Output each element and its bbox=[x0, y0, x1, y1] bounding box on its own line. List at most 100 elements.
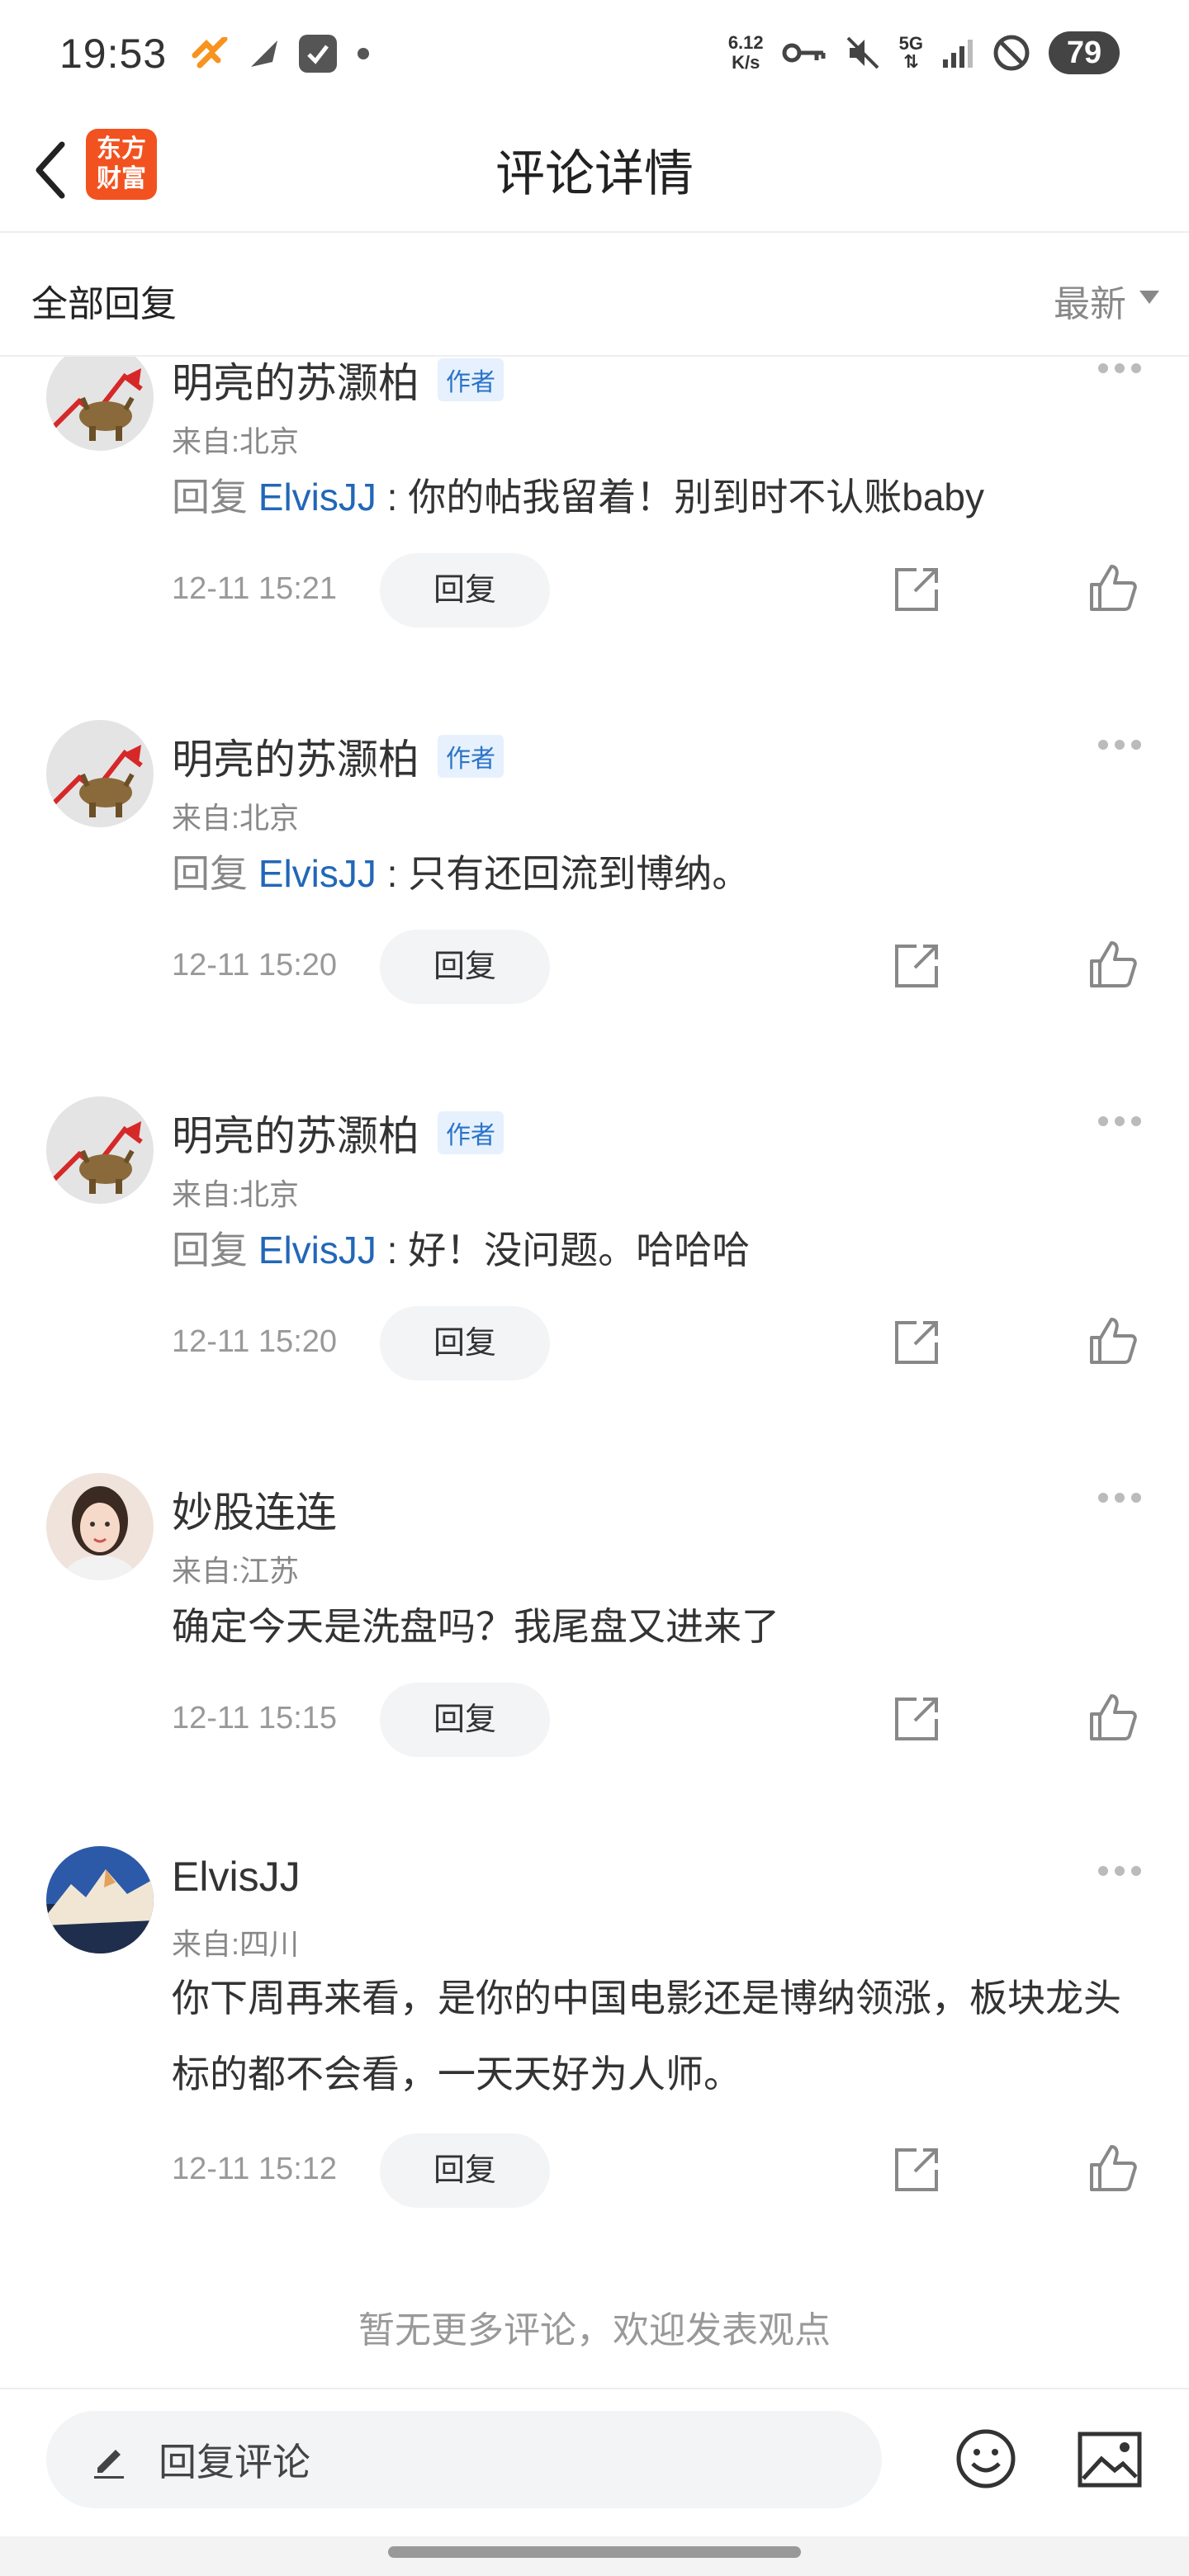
comment-item: ElvisJJ 来自:四川 你下周再来看，是你的中国电影还是博纳领涨，板块龙头标… bbox=[0, 1846, 1189, 2259]
status-notification-icons bbox=[192, 33, 372, 74]
do-not-disturb-icon bbox=[993, 35, 1030, 71]
more-options-button[interactable] bbox=[1098, 1116, 1141, 1126]
filter-bar: 全部回复 最新 bbox=[0, 234, 1189, 357]
bottom-input-bar: 回复评论 bbox=[0, 2388, 1189, 2536]
triangle-down-icon bbox=[1139, 291, 1159, 304]
location-label: 来自:北京 bbox=[172, 1177, 300, 1211]
pencil-icon bbox=[94, 2450, 124, 2479]
share-icon[interactable] bbox=[890, 1316, 943, 1369]
dot-icon bbox=[358, 48, 369, 59]
network-speed: 6.12 K/s bbox=[728, 33, 764, 73]
battery-indicator: 79 bbox=[1049, 31, 1120, 74]
comment-item: 明亮的苏灏柏 作者 来自:北京 回复 ElvisJJ : 只有还回流到博纳。 1… bbox=[0, 720, 1189, 1067]
comment-list: 明亮的苏灏柏 作者 来自:北京 回复 ElvisJJ : 你的帖我留着！别到时不… bbox=[0, 357, 1189, 2388]
reply-target-link[interactable]: ElvisJJ bbox=[258, 1229, 377, 1271]
system-nav-bar bbox=[0, 2536, 1189, 2576]
sort-label: 最新 bbox=[1054, 284, 1126, 324]
username[interactable]: 明亮的苏灏柏 bbox=[172, 727, 419, 786]
page-title: 评论详情 bbox=[495, 146, 694, 201]
more-dots-icon bbox=[1098, 1116, 1108, 1126]
reply-input-placeholder: 回复评论 bbox=[159, 2441, 310, 2484]
all-replies-label: 全部回复 bbox=[31, 284, 177, 324]
home-indicator[interactable] bbox=[388, 2546, 801, 2558]
comment-text: 回复 ElvisJJ : 好！没问题。哈哈哈 bbox=[172, 1212, 1146, 1288]
share-icon[interactable] bbox=[890, 563, 943, 616]
more-options-button[interactable] bbox=[1098, 363, 1141, 373]
app-logo[interactable]: 东方 财富 bbox=[86, 129, 157, 200]
thumbs-up-icon[interactable] bbox=[1087, 561, 1139, 614]
avatar[interactable] bbox=[46, 1473, 154, 1580]
reply-button[interactable]: 回复 bbox=[380, 1306, 550, 1380]
more-options-button[interactable] bbox=[1098, 740, 1141, 750]
reply-target-link[interactable]: ElvisJJ bbox=[258, 852, 377, 895]
username[interactable]: 明亮的苏灏柏 bbox=[172, 357, 419, 410]
location-label: 来自:北京 bbox=[172, 801, 300, 835]
comment-body: : 只有还回流到博纳。 bbox=[376, 852, 751, 895]
thumbs-up-icon[interactable] bbox=[1087, 938, 1139, 991]
more-options-button[interactable] bbox=[1098, 1866, 1141, 1876]
username[interactable]: 妙股连连 bbox=[172, 1480, 337, 1539]
end-of-list-note: 暂无更多评论，欢迎发表观点 bbox=[358, 2310, 831, 2351]
more-options-button[interactable] bbox=[1098, 1493, 1141, 1503]
reply-prefix: 回复 bbox=[172, 852, 248, 895]
location-label: 来自:北京 bbox=[172, 424, 300, 458]
thumbs-up-icon[interactable] bbox=[1087, 1691, 1139, 1744]
comment-time: 12-11 15:21 bbox=[172, 571, 338, 606]
comment-time: 12-11 15:15 bbox=[172, 1701, 338, 1735]
reply-button[interactable]: 回复 bbox=[380, 1683, 550, 1757]
back-arrow-icon bbox=[36, 141, 65, 199]
sort-dropdown[interactable]: 最新 bbox=[1054, 274, 1159, 327]
reply-prefix: 回复 bbox=[172, 476, 248, 519]
comment-body: : 好！没问题。哈哈哈 bbox=[376, 1229, 751, 1271]
avatar[interactable] bbox=[46, 357, 154, 451]
status-time: 19:53 bbox=[59, 31, 168, 77]
status-bar: 19:53 6.12 K/s 5G ⇅ 79 bbox=[0, 0, 1189, 107]
reply-target-link[interactable]: ElvisJJ bbox=[258, 476, 377, 519]
key-icon bbox=[782, 43, 826, 63]
more-dots-icon bbox=[1098, 363, 1108, 373]
more-dots-icon bbox=[1098, 1493, 1108, 1503]
network-type: 5G ⇅ bbox=[899, 35, 923, 71]
comment-text: 回复 ElvisJJ : 你的帖我留着！别到时不认账baby bbox=[172, 459, 1146, 535]
app-notification-icon bbox=[192, 37, 228, 69]
network-type-label: 5G bbox=[898, 33, 923, 54]
share-icon[interactable] bbox=[890, 1693, 943, 1745]
thumbs-up-icon[interactable] bbox=[1087, 1314, 1139, 1367]
check-box-icon bbox=[299, 35, 337, 73]
thumbs-up-icon[interactable] bbox=[1087, 2142, 1139, 2195]
back-button[interactable] bbox=[21, 129, 79, 211]
signal-icon bbox=[943, 40, 973, 68]
comment-text: 你下周再来看，是你的中国电影还是博纳领涨，板块龙头标的都不会看，一天天好为人师。 bbox=[172, 1977, 1121, 2095]
avatar[interactable] bbox=[46, 720, 154, 827]
author-badge: 作者 bbox=[438, 358, 504, 401]
app-logo-line1: 东方 bbox=[97, 135, 146, 163]
app-logo-line2: 财富 bbox=[97, 165, 146, 192]
mute-icon bbox=[846, 36, 879, 69]
reply-button[interactable]: 回复 bbox=[380, 553, 550, 627]
network-speed-value: 6.12 bbox=[727, 32, 764, 53]
status-system-icons: 6.12 K/s 5G ⇅ 79 bbox=[728, 31, 1120, 74]
network-speed-unit: K/s bbox=[732, 52, 760, 73]
comment-text: 确定今天是洗盘吗？我尾盘又进来了 bbox=[172, 1605, 779, 1648]
avatar[interactable] bbox=[46, 1096, 154, 1204]
reply-button[interactable]: 回复 bbox=[380, 2133, 550, 2208]
location-label: 来自:江苏 bbox=[172, 1554, 300, 1588]
reply-button[interactable]: 回复 bbox=[380, 930, 550, 1004]
comment-text: 回复 ElvisJJ : 只有还回流到博纳。 bbox=[172, 836, 1146, 912]
author-badge: 作者 bbox=[438, 1111, 504, 1154]
author-badge: 作者 bbox=[438, 735, 504, 778]
reply-comment-input[interactable]: 回复评论 bbox=[46, 2411, 882, 2508]
app-header: 东方 财富 评论详情 bbox=[0, 107, 1189, 233]
location-label: 来自:四川 bbox=[172, 1927, 300, 1961]
emoji-icon[interactable] bbox=[955, 2427, 1017, 2490]
comment-time: 12-11 15:12 bbox=[172, 2152, 338, 2186]
username[interactable]: 明亮的苏灏柏 bbox=[172, 1103, 419, 1163]
username[interactable]: ElvisJJ bbox=[172, 1853, 301, 1901]
data-arrows: ⇅ bbox=[903, 51, 919, 72]
comment-time: 12-11 15:20 bbox=[172, 948, 338, 983]
reply-prefix: 回复 bbox=[172, 1229, 248, 1271]
share-icon[interactable] bbox=[890, 2143, 943, 2196]
share-icon[interactable] bbox=[890, 940, 943, 992]
avatar[interactable] bbox=[46, 1846, 154, 1953]
image-icon[interactable] bbox=[1077, 2431, 1143, 2488]
